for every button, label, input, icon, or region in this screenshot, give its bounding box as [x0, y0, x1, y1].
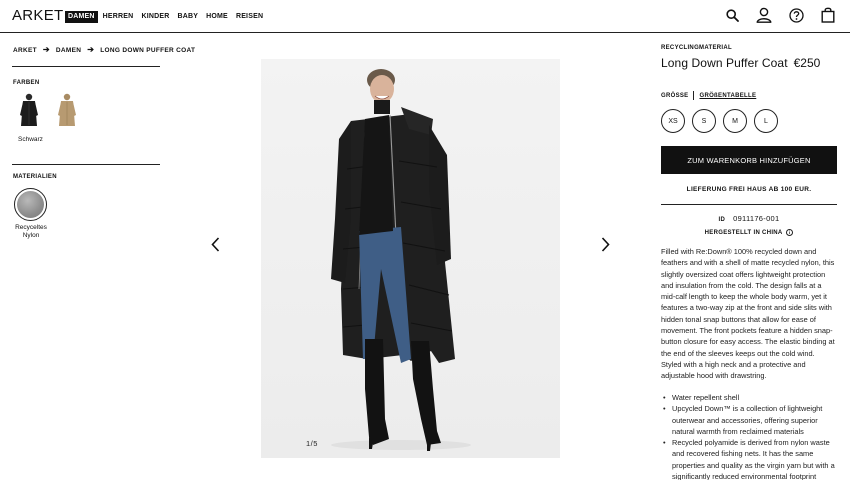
product-title: Long Down Puffer Coat	[661, 56, 788, 70]
info-icon[interactable]: i	[786, 229, 794, 236]
divider	[12, 164, 160, 165]
material-texture	[17, 191, 44, 218]
colors-label: FARBEN	[13, 80, 40, 86]
image-counter: 1/5	[306, 439, 318, 448]
id-label: ID	[718, 217, 726, 223]
main-nav: DAMEN HERREN KINDER BABY HOME REISEN	[65, 11, 268, 23]
nav-item-baby[interactable]: BABY	[174, 11, 201, 23]
selected-color-name: Schwarz	[18, 136, 43, 143]
list-item: Upcycled Down™ is a collection of lightw…	[661, 403, 837, 437]
bag-icon[interactable]	[820, 7, 836, 23]
site-header: ARKET DAMEN HERREN KINDER BABY HOME REIS…	[0, 0, 850, 33]
nav-item-damen[interactable]: DAMEN	[65, 11, 98, 23]
header-actions	[724, 7, 836, 23]
product-description: Filled with Re:Down® 100% recycled down …	[661, 247, 835, 381]
made-in-text: HERGESTELLT IN CHINA	[704, 230, 783, 237]
feature-list: Water repellent shell Upcycled Down™ is …	[661, 392, 837, 480]
product-image[interactable]: 1/5	[261, 59, 560, 458]
product-price: €250	[793, 56, 821, 70]
nav-item-reisen[interactable]: REISEN	[233, 11, 266, 23]
divider	[12, 66, 160, 67]
size-button-xs[interactable]: XS	[661, 109, 685, 133]
add-to-cart-button[interactable]: ZUM WARENKORB HINZUFÜGEN	[661, 146, 837, 174]
next-image-button[interactable]	[598, 236, 612, 252]
color-swatch-black[interactable]	[18, 93, 40, 127]
chevron-right-icon	[601, 236, 610, 252]
size-label: GRÖSSE	[661, 92, 689, 99]
breadcrumb-arket[interactable]: ARKET	[13, 47, 37, 54]
brand-logo[interactable]: ARKET	[12, 7, 64, 24]
nav-item-herren[interactable]: HERREN	[100, 11, 137, 23]
breadcrumb: ARKET ➔ DAMEN ➔ LONG DOWN PUFFER COAT	[13, 46, 195, 54]
size-button-l[interactable]: L	[754, 109, 778, 133]
model-in-coat-image	[331, 69, 471, 451]
arrow-right-icon: ➔	[87, 45, 95, 54]
made-in-info[interactable]: HERGESTELLT IN CHINA i	[661, 229, 837, 236]
separator	[693, 91, 695, 100]
color-swatch-beige[interactable]	[56, 93, 78, 127]
shipping-info: LIEFERUNG FREI HAUS AB 100 EUR.	[686, 186, 812, 193]
nav-item-home[interactable]: HOME	[203, 11, 231, 23]
size-row: GRÖSSE GRÖßENTABELLE	[661, 91, 756, 100]
title-row: Long Down Puffer Coat €250	[661, 56, 837, 70]
size-guide-link[interactable]: GRÖßENTABELLE	[699, 93, 756, 99]
size-button-m[interactable]: M	[723, 109, 747, 133]
arrow-right-icon: ➔	[42, 45, 50, 54]
previous-image-button[interactable]	[208, 236, 222, 252]
color-swatches	[18, 93, 78, 127]
breadcrumb-current: LONG DOWN PUFFER COAT	[100, 46, 196, 54]
material-name: Recyceltes Nylon	[15, 224, 47, 239]
size-button-s[interactable]: S	[692, 109, 716, 133]
id-value: 0911176-001	[733, 214, 780, 223]
divider	[661, 204, 837, 205]
product-eyebrow: RECYCLINGMATERIAL	[661, 45, 732, 51]
size-options: XS S M L	[661, 109, 778, 133]
material-swatch-recycled-nylon[interactable]	[14, 188, 47, 221]
nav-item-kinder[interactable]: KINDER	[138, 11, 172, 23]
list-item: Water repellent shell	[661, 392, 837, 404]
account-icon[interactable]	[756, 7, 772, 23]
article-id: ID 0911176-001	[661, 214, 837, 223]
list-item: Recycled polyamide is derived from nylon…	[661, 437, 837, 480]
materials-label: MATERIALIEN	[13, 174, 57, 180]
search-icon[interactable]	[724, 7, 740, 23]
chevron-left-icon	[210, 236, 219, 252]
breadcrumb-damen[interactable]: DAMEN	[56, 47, 81, 54]
help-icon[interactable]	[788, 7, 804, 23]
